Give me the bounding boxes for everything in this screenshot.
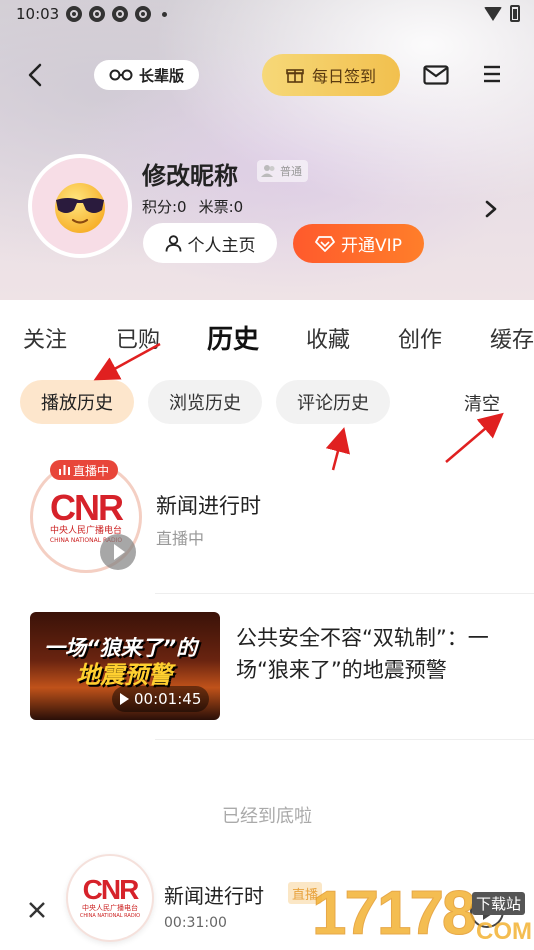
live-bars-icon bbox=[58, 465, 70, 475]
personal-home-label: 个人主页 bbox=[187, 235, 256, 256]
player-cnr-logo[interactable]: CNR 中央人民广播电台 CHINA NATIONAL RADIO bbox=[66, 854, 154, 942]
end-of-list-text: 已经到底啦 bbox=[222, 806, 312, 827]
notification-icon bbox=[135, 6, 151, 22]
item-title: 公共安全不容“双轨制”：一场“狼来了”的地震预警 bbox=[236, 626, 489, 682]
play-icon[interactable] bbox=[100, 534, 136, 570]
diamond-icon bbox=[315, 235, 335, 252]
level-label: 普通 bbox=[280, 165, 302, 178]
thumbnail-caption-2: 地震预警 bbox=[76, 661, 172, 689]
elder-mode-button[interactable]: 长辈版 bbox=[94, 60, 199, 90]
tab-creation[interactable]: 创作 bbox=[398, 322, 442, 354]
tab-favorites[interactable]: 收藏 bbox=[306, 322, 350, 354]
glasses-icon bbox=[109, 69, 133, 81]
user-stats: 积分:0 米票:0 bbox=[142, 196, 243, 217]
tab-history[interactable]: 历史 bbox=[207, 319, 259, 356]
more-notifications-dot bbox=[162, 11, 167, 17]
back-arrow-icon[interactable] bbox=[24, 63, 48, 87]
cnr-logo-sub-en: CHINA NATIONAL RADIO bbox=[79, 913, 141, 919]
status-time: 10:03 bbox=[16, 5, 60, 23]
close-icon[interactable] bbox=[27, 900, 47, 920]
status-bar: 10:03 bbox=[0, 0, 534, 28]
nickname[interactable]: 修改昵称 bbox=[142, 156, 238, 191]
chip-comment-history[interactable]: 评论历史 bbox=[276, 380, 390, 424]
duration-badge: 00:01:45 bbox=[112, 686, 210, 712]
clear-button[interactable]: 清空 bbox=[464, 390, 500, 416]
battery-icon bbox=[510, 5, 520, 22]
gift-icon bbox=[286, 69, 304, 83]
avatar[interactable] bbox=[28, 154, 132, 258]
system-icons bbox=[484, 5, 520, 22]
divider bbox=[155, 593, 534, 594]
cnr-logo-text: CNR bbox=[82, 874, 140, 905]
profile-section: 修改昵称 普通 积分:0 米票:0 个人主页 开通VIP bbox=[0, 150, 534, 280]
checkin-label: 每日签到 bbox=[311, 67, 376, 86]
elder-mode-label: 长辈版 bbox=[138, 66, 184, 85]
history-item-live[interactable]: CNR 中央人民广播电台 CHINA NATIONAL RADIO 直播中 新闻… bbox=[0, 455, 534, 580]
chevron-right-icon[interactable] bbox=[484, 199, 498, 219]
points[interactable]: 积分:0 bbox=[142, 196, 187, 217]
duration-label: 00:01:45 bbox=[134, 690, 202, 708]
menu-icon[interactable] bbox=[482, 64, 502, 84]
notification-icon bbox=[66, 6, 82, 22]
episode-thumbnail: 一场“狼来了”的 地震预警 00:01:45 bbox=[30, 612, 220, 720]
level-badge: 普通 bbox=[257, 160, 308, 182]
history-item-episode[interactable]: 一场“狼来了”的 地震预警 00:01:45 公共安全不容“双轨制”：一场“狼来… bbox=[0, 612, 534, 722]
user-group-icon bbox=[261, 165, 275, 177]
open-vip-label: 开通VIP bbox=[341, 236, 402, 256]
mail-icon[interactable] bbox=[423, 65, 449, 85]
mipiao[interactable]: 米票:0 bbox=[199, 196, 244, 217]
notification-icon bbox=[89, 6, 105, 22]
play-icon bbox=[120, 693, 129, 705]
watermark-digits: 17178 bbox=[311, 879, 476, 949]
tab-following[interactable]: 关注 bbox=[23, 322, 67, 354]
history-subtabs: 播放历史 浏览历史 评论历史 清空 bbox=[0, 380, 534, 426]
watermark-com: COM bbox=[476, 918, 532, 945]
category-tabs: 关注 已购 历史 收藏 创作 缓存 bbox=[0, 300, 534, 370]
item-status: 直播中 bbox=[156, 529, 205, 548]
wifi-icon bbox=[484, 6, 502, 21]
item-title: 新闻进行时 bbox=[156, 494, 261, 518]
cnr-logo-text: CNR bbox=[50, 486, 124, 528]
player-title: 新闻进行时 bbox=[164, 884, 264, 908]
personal-home-button[interactable]: 个人主页 bbox=[143, 223, 277, 263]
notification-icon bbox=[112, 6, 128, 22]
daily-checkin-button[interactable]: 每日签到 bbox=[262, 54, 400, 96]
watermark: 17178 下载站 COM bbox=[311, 878, 534, 950]
chip-play-history[interactable]: 播放历史 bbox=[20, 380, 134, 424]
open-vip-button[interactable]: 开通VIP bbox=[293, 224, 424, 263]
divider bbox=[155, 739, 534, 740]
chip-browse-history[interactable]: 浏览历史 bbox=[148, 380, 262, 424]
sunglasses-emoji-icon bbox=[55, 183, 105, 233]
notification-icons bbox=[66, 6, 167, 22]
cnr-logo-sub: 中央人民广播电台 bbox=[82, 904, 138, 912]
tab-purchased[interactable]: 已购 bbox=[116, 322, 160, 354]
watermark-site: 下载站 bbox=[472, 892, 526, 915]
top-bar: 长辈版 每日签到 bbox=[0, 50, 534, 100]
live-badge-label: 直播中 bbox=[72, 463, 109, 478]
tab-cache[interactable]: 缓存 bbox=[490, 322, 534, 354]
person-icon bbox=[165, 234, 181, 252]
live-badge: 直播中 bbox=[50, 460, 118, 480]
player-time: 00:31:00 bbox=[164, 915, 227, 931]
